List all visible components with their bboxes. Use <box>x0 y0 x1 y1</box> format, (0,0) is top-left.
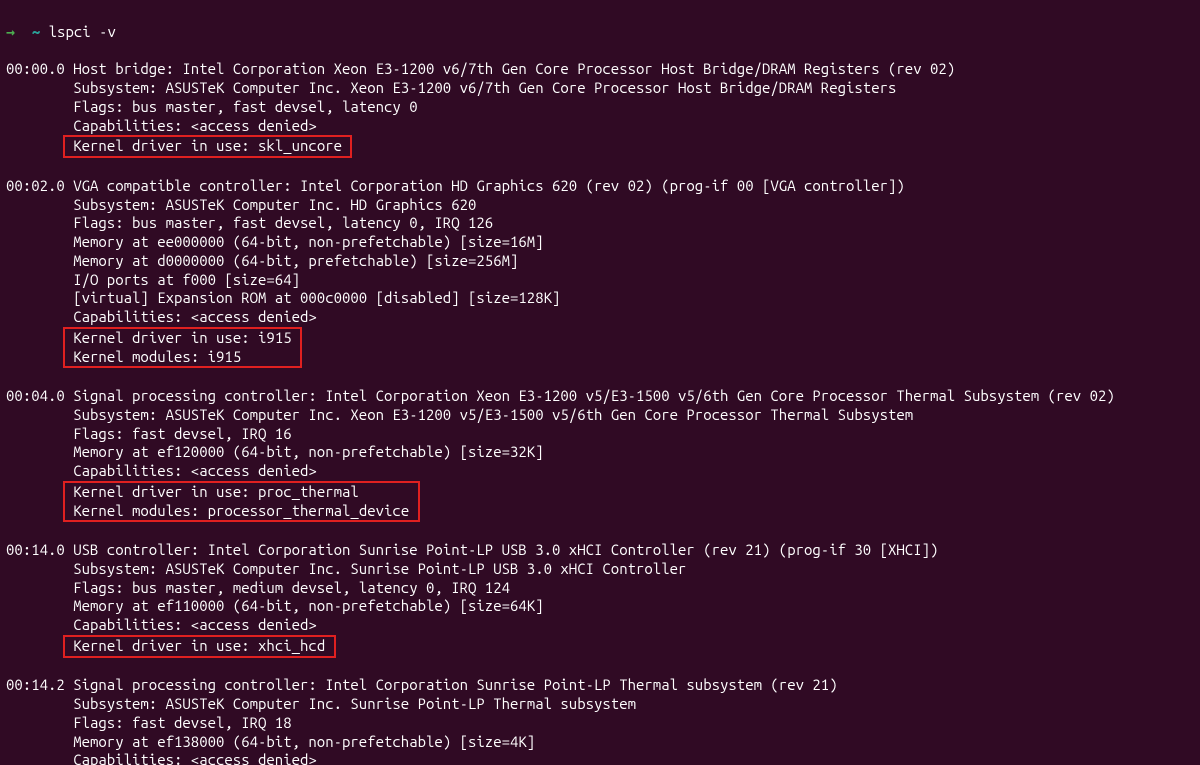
device-header: 00:04.0 Signal processing controller: In… <box>6 387 1194 406</box>
highlight-row: Kernel driver in use: skl_uncore <box>6 135 1194 158</box>
device-detail-line: Capabilities: <access denied> <box>6 117 1194 136</box>
blank-line <box>6 658 1194 677</box>
device-header: 00:14.0 USB controller: Intel Corporatio… <box>6 541 1194 560</box>
prompt-line[interactable]: → ~ lspci -v <box>6 23 1194 42</box>
device-detail-line: [virtual] Expansion ROM at 000c0000 [dis… <box>6 289 1194 308</box>
device-detail-line: Flags: bus master, fast devsel, latency … <box>6 98 1194 117</box>
highlight-box: Kernel driver in use: i915 Kernel module… <box>63 327 302 369</box>
device-header: 00:02.0 VGA compatible controller: Intel… <box>6 177 1194 196</box>
device-detail-line: Capabilities: <access denied> <box>6 308 1194 327</box>
highlight-box: Kernel driver in use: xhci_hcd <box>63 635 336 658</box>
device-detail-line: Subsystem: ASUSTeK Computer Inc. Xeon E3… <box>6 79 1194 98</box>
command-text: lspci -v <box>49 23 116 40</box>
highlight-line: Kernel driver in use: skl_uncore <box>65 137 351 156</box>
prompt-arrow-icon: → <box>6 23 15 40</box>
device-detail-line: Flags: bus master, fast devsel, latency … <box>6 214 1194 233</box>
terminal-output: → ~ lspci -v 00:00.0 Host bridge: Intel … <box>0 0 1200 765</box>
highlight-box: Kernel driver in use: skl_uncore <box>63 135 353 158</box>
highlight-line: Kernel modules: processor_thermal_device <box>65 502 418 521</box>
device-detail-line: Subsystem: ASUSTeK Computer Inc. Xeon E3… <box>6 406 1194 425</box>
device-detail-line: Flags: fast devsel, IRQ 16 <box>6 425 1194 444</box>
highlight-row: Kernel driver in use: i915 Kernel module… <box>6 327 1194 369</box>
device-header: 00:00.0 Host bridge: Intel Corporation X… <box>6 60 1194 79</box>
device-detail-line: I/O ports at f000 [size=64] <box>6 271 1194 290</box>
device-header: 00:14.2 Signal processing controller: In… <box>6 676 1194 695</box>
prompt-path: ~ <box>32 23 40 40</box>
highlight-box: Kernel driver in use: proc_thermal Kerne… <box>63 481 420 523</box>
highlight-line: Kernel modules: i915 <box>65 348 300 367</box>
blank-line <box>6 158 1194 177</box>
blank-line <box>6 368 1194 387</box>
highlight-row: Kernel driver in use: xhci_hcd <box>6 635 1194 658</box>
device-detail-line: Flags: fast devsel, IRQ 18 <box>6 714 1194 733</box>
device-detail-line: Memory at ef138000 (64-bit, non-prefetch… <box>6 733 1194 752</box>
device-detail-line: Memory at d0000000 (64-bit, prefetchable… <box>6 252 1194 271</box>
device-detail-line: Capabilities: <access denied> <box>6 751 1194 765</box>
device-detail-line: Capabilities: <access denied> <box>6 462 1194 481</box>
device-detail-line: Subsystem: ASUSTeK Computer Inc. Sunrise… <box>6 560 1194 579</box>
blank-line <box>6 522 1194 541</box>
highlight-line: Kernel driver in use: proc_thermal <box>65 483 418 502</box>
device-detail-line: Memory at ef110000 (64-bit, non-prefetch… <box>6 597 1194 616</box>
highlight-row: Kernel driver in use: proc_thermal Kerne… <box>6 481 1194 523</box>
highlight-line: Kernel driver in use: xhci_hcd <box>65 637 334 656</box>
device-detail-line: Subsystem: ASUSTeK Computer Inc. Sunrise… <box>6 695 1194 714</box>
device-detail-line: Capabilities: <access denied> <box>6 616 1194 635</box>
device-detail-line: Flags: bus master, medium devsel, latenc… <box>6 579 1194 598</box>
device-detail-line: Memory at ef120000 (64-bit, non-prefetch… <box>6 443 1194 462</box>
highlight-line: Kernel driver in use: i915 <box>65 329 300 348</box>
device-detail-line: Subsystem: ASUSTeK Computer Inc. HD Grap… <box>6 196 1194 215</box>
device-detail-line: Memory at ee000000 (64-bit, non-prefetch… <box>6 233 1194 252</box>
